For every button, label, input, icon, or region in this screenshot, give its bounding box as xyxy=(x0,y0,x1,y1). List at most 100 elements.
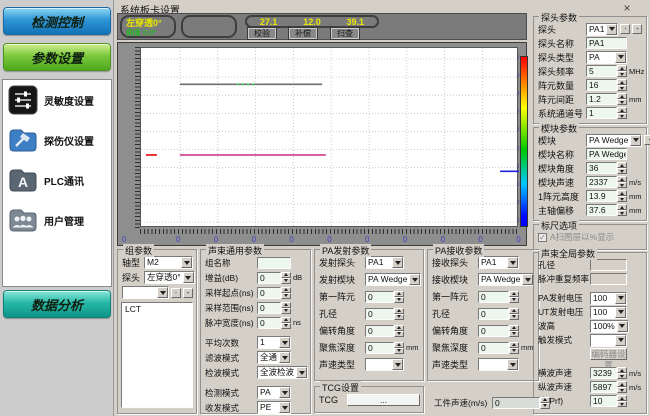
sidebar-item-flaw-detector-settings[interactable]: 探伤仪设置 xyxy=(3,120,111,160)
pa_tx-select-1[interactable]: PA Wedge xyxy=(365,273,421,286)
checkbox-icon[interactable]: ✓ xyxy=(538,233,547,242)
sidebar-item-user-management[interactable]: 用户管理 xyxy=(3,200,111,240)
plot-area[interactable] xyxy=(140,47,518,227)
beam_common-stepper-1[interactable]: 0 xyxy=(257,272,291,284)
pa_rx-stepper-2[interactable]: 0 xyxy=(478,291,519,303)
spin-down-icon[interactable] xyxy=(617,196,627,202)
spin-down-icon[interactable] xyxy=(509,331,519,337)
pa_rx-stepper-5[interactable]: 0 xyxy=(478,342,519,354)
beam_common-stepper-3[interactable]: 0 xyxy=(257,302,291,314)
pa_tx-stepper-4[interactable]: 0 xyxy=(365,325,404,337)
beam_global-stepper-8[interactable]: 5897 xyxy=(590,381,627,393)
pa_rx-stepper-4[interactable]: 0 xyxy=(478,325,519,337)
probe-select-2[interactable]: PA xyxy=(586,51,627,64)
spin-down-icon[interactable] xyxy=(281,323,291,329)
beam_global-select-3[interactable]: 100 xyxy=(590,306,627,319)
spin-down-icon[interactable] xyxy=(617,210,627,216)
wedge-stepper-2[interactable]: 36 xyxy=(586,162,627,174)
add-item-button[interactable]: · xyxy=(644,135,650,145)
chevron-down-icon[interactable] xyxy=(183,272,194,283)
axis-type-select[interactable]: M2 xyxy=(144,256,193,269)
pa_rx-stepper-3[interactable]: 0 xyxy=(478,308,519,320)
chevron-down-icon[interactable] xyxy=(392,359,403,370)
spin-down-icon[interactable] xyxy=(617,71,627,77)
chevron-down-icon[interactable] xyxy=(630,135,641,146)
beam_common-select-6[interactable]: 全通 xyxy=(257,351,291,364)
beam_global-stepper-9[interactable]: 10 xyxy=(590,395,627,407)
spin-down-icon[interactable] xyxy=(617,168,627,174)
group-select[interactable] xyxy=(122,286,169,299)
probe-select-0[interactable]: PA1 xyxy=(586,23,618,36)
spin-down-icon[interactable] xyxy=(509,314,519,320)
spin-down-icon[interactable] xyxy=(281,293,291,299)
chevron-down-icon[interactable] xyxy=(409,274,420,285)
group-list[interactable]: LCT xyxy=(121,302,193,408)
beam_common-input-0[interactable] xyxy=(257,257,291,269)
beam_common-select-7[interactable]: 全波检波 xyxy=(257,366,308,379)
remove-group-button[interactable]: - xyxy=(183,288,193,298)
sidebar-item-plc-communication[interactable]: A PLC通讯 xyxy=(3,160,111,200)
chevron-down-icon[interactable] xyxy=(392,257,403,268)
chevron-down-icon[interactable] xyxy=(279,402,290,413)
beam_global-select-2[interactable]: 100 xyxy=(590,292,627,305)
chevron-down-icon[interactable] xyxy=(522,274,533,285)
chevron-down-icon[interactable] xyxy=(296,367,307,378)
pa_tx-select-0[interactable]: PA1 xyxy=(365,256,404,269)
chevron-down-icon[interactable] xyxy=(279,387,290,398)
chevron-down-icon[interactable] xyxy=(507,257,518,268)
beam_common-select-5[interactable]: 1 xyxy=(257,336,291,349)
pa_tx-stepper-3[interactable]: 0 xyxy=(365,308,404,320)
spin-down-icon[interactable] xyxy=(540,403,550,409)
wedge-select-0[interactable]: PA Wedge xyxy=(586,134,642,147)
chevron-down-icon[interactable] xyxy=(507,359,518,370)
spin-down-icon[interactable] xyxy=(394,297,404,303)
wedge-stepper-5[interactable]: 37.6 xyxy=(586,204,627,216)
chevron-down-icon[interactable] xyxy=(606,24,617,35)
probe-stepper-3[interactable]: 5 xyxy=(586,65,627,77)
pa_rx-select-6[interactable] xyxy=(478,358,519,371)
parameter-settings-button[interactable]: 参数设置 xyxy=(3,43,111,71)
beam_common-stepper-2[interactable]: 0 xyxy=(257,287,291,299)
add-item-button[interactable]: · xyxy=(620,24,630,34)
beam_global-stepper-7[interactable]: 3239 xyxy=(590,367,627,379)
tcg-edit-button[interactable]: ... xyxy=(347,394,420,406)
workpiece-velocity-stepper[interactable]: 0 xyxy=(492,397,550,409)
pa_tx-stepper-2[interactable]: 0 xyxy=(365,291,404,303)
probe-stepper-4[interactable]: 16 xyxy=(586,79,627,91)
beam_common-select-9[interactable]: PE xyxy=(257,401,291,414)
wedge-stepper-3[interactable]: 2337 xyxy=(586,176,627,188)
wedge-stepper-4[interactable]: 13.9 xyxy=(586,190,627,202)
pa_tx-stepper-5[interactable]: 0 xyxy=(365,342,404,354)
spin-down-icon[interactable] xyxy=(617,387,627,393)
beam_common-select-8[interactable]: PA xyxy=(257,386,291,399)
spin-down-icon[interactable] xyxy=(617,401,627,407)
spin-down-icon[interactable] xyxy=(617,113,627,119)
chevron-down-icon[interactable] xyxy=(615,52,626,63)
pa_rx-select-1[interactable]: PA Wedge xyxy=(478,273,534,286)
probe-input-1[interactable]: PA1 xyxy=(586,37,627,49)
spin-down-icon[interactable] xyxy=(394,348,404,354)
spin-down-icon[interactable] xyxy=(394,331,404,337)
scan-button[interactable]: 扫查 xyxy=(331,28,359,39)
remove-item-button[interactable]: - xyxy=(632,24,642,34)
spin-down-icon[interactable] xyxy=(509,348,519,354)
chevron-down-icon[interactable] xyxy=(615,293,626,304)
beam_common-stepper-4[interactable]: 0 xyxy=(257,317,291,329)
data-analysis-button[interactable]: 数据分析 xyxy=(3,290,111,318)
spin-down-icon[interactable] xyxy=(617,373,627,379)
spin-down-icon[interactable] xyxy=(394,314,404,320)
list-item[interactable]: LCT xyxy=(122,303,192,315)
compensate-button[interactable]: 补偿 xyxy=(289,28,317,39)
wedge-input-1[interactable]: PA Wedge xyxy=(586,148,627,160)
spin-down-icon[interactable] xyxy=(617,85,627,91)
chevron-down-icon[interactable] xyxy=(279,352,290,363)
spin-down-icon[interactable] xyxy=(281,308,291,314)
chevron-down-icon[interactable] xyxy=(157,287,168,298)
chevron-down-icon[interactable] xyxy=(617,321,628,332)
close-icon[interactable]: × xyxy=(620,3,634,15)
group-probe-select[interactable]: 左穿透0° xyxy=(144,271,195,284)
spin-down-icon[interactable] xyxy=(617,182,627,188)
add-group-button[interactable]: · xyxy=(171,288,181,298)
beam_global-select-4[interactable]: 100% xyxy=(590,320,629,333)
probe-stepper-5[interactable]: 1.2 xyxy=(586,93,627,105)
